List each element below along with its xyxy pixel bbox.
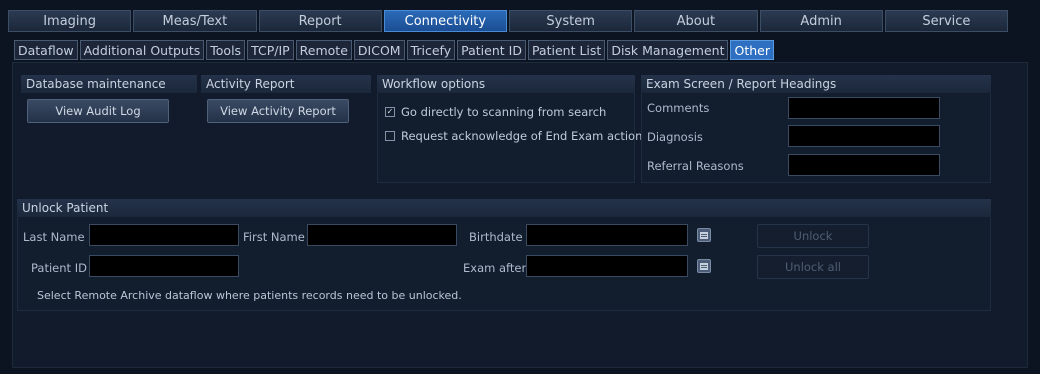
birthdate-field[interactable] [526,224,688,246]
tab-imaging[interactable]: Imaging [8,10,132,32]
view-activity-report-button[interactable]: View Activity Report [207,99,349,123]
activity-report-heading: Activity Report [201,75,371,93]
database-maintenance-heading: Database maintenance [21,75,197,93]
calendar-icon[interactable] [697,228,711,242]
report-headings-heading: Exam Screen / Report Headings [641,75,991,93]
tab-report[interactable]: Report [258,10,382,32]
subtab-patient-list[interactable]: Patient List [527,40,606,60]
subtab-disk-management[interactable]: Disk Management [607,40,729,60]
tab-meas-text[interactable]: Meas/Text [133,10,257,32]
patient-id-field[interactable] [89,255,239,277]
main-tab-bar: Imaging Meas/Text Report Connectivity Sy… [8,10,1008,32]
diagnosis-field[interactable] [788,125,940,147]
last-name-label: Last Name [23,230,85,244]
view-audit-log-button[interactable]: View Audit Log [27,99,169,123]
subtab-tools[interactable]: Tools [206,40,246,60]
calendar-icon[interactable] [697,259,711,273]
tab-admin[interactable]: Admin [759,10,883,32]
referral-reasons-label: Referral Reasons [647,159,744,173]
subtab-patient-id[interactable]: Patient ID [457,40,526,60]
comments-label: Comments [647,101,710,115]
go-directly-to-scanning-label: Go directly to scanning from search [401,105,607,119]
patient-id-label: Patient ID [31,261,87,275]
subtab-tricefy[interactable]: Tricefy [406,40,456,60]
checkbox-checked-icon[interactable]: ✓ [385,107,395,117]
subtab-tcp-ip[interactable]: TCP/IP [247,40,294,60]
exam-after-label: Exam after [463,261,527,275]
tab-system[interactable]: System [509,10,633,32]
tab-service[interactable]: Service [884,10,1008,32]
subtab-other[interactable]: Other [730,40,774,60]
birthdate-label: Birthdate [469,230,523,244]
request-acknowledge-option[interactable]: Request acknowledge of End Exam action [385,129,642,143]
request-acknowledge-label: Request acknowledge of End Exam action [401,129,643,143]
unlock-all-button[interactable]: Unlock all [757,255,869,279]
last-name-field[interactable] [89,224,239,246]
subtab-dicom[interactable]: DICOM [353,40,405,60]
unlock-instructions-text: Select Remote Archive dataflow where pat… [37,289,462,302]
sub-tab-bar: Dataflow Additional Outputs Tools TCP/IP… [14,40,776,60]
unlock-button[interactable]: Unlock [757,224,869,248]
workflow-options-heading: Workflow options [377,75,635,93]
settings-window: Imaging Meas/Text Report Connectivity Sy… [0,0,1040,374]
comments-field[interactable] [788,97,940,119]
subtab-additional-outputs[interactable]: Additional Outputs [79,40,205,60]
exam-after-field[interactable] [526,255,688,277]
unlock-patient-heading: Unlock Patient [17,199,991,217]
first-name-label: First Name [243,230,305,244]
diagnosis-label: Diagnosis [647,130,703,144]
tab-connectivity[interactable]: Connectivity [383,10,507,32]
subtab-remote[interactable]: Remote [295,40,352,60]
go-directly-to-scanning-option[interactable]: ✓ Go directly to scanning from search [385,105,606,119]
checkbox-unchecked-icon[interactable] [385,131,395,141]
referral-reasons-field[interactable] [788,154,940,176]
first-name-field[interactable] [307,224,457,246]
subtab-dataflow[interactable]: Dataflow [14,40,78,60]
tab-about[interactable]: About [634,10,758,32]
content-panel: Database maintenance View Audit Log Acti… [12,62,1028,368]
